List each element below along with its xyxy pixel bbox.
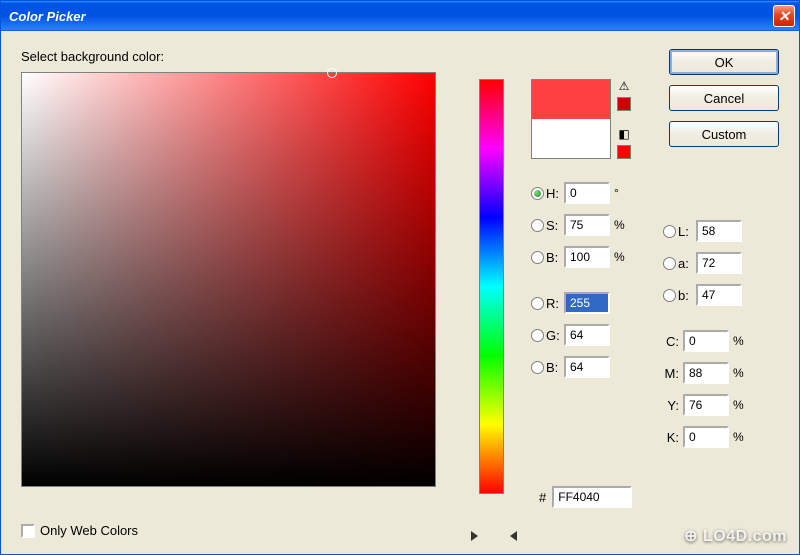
b-lab-radio[interactable] xyxy=(663,289,676,302)
cmyk-block: C: % M: % Y: % K: % xyxy=(663,329,763,449)
m-label: M: xyxy=(663,366,679,381)
hex-row: # xyxy=(539,486,632,508)
b-rgb-label: B: xyxy=(546,360,564,375)
hue-arrow-left-icon[interactable] xyxy=(471,531,478,541)
m-unit: % xyxy=(733,366,751,380)
c-label: C: xyxy=(663,334,679,349)
h-radio[interactable] xyxy=(531,187,544,200)
new-color-swatch[interactable] xyxy=(532,80,610,119)
old-color-swatch[interactable] xyxy=(532,119,610,158)
titlebar[interactable]: Color Picker ✕ xyxy=(1,1,799,31)
g-row: G: xyxy=(531,323,659,347)
y-label: Y: xyxy=(663,398,679,413)
hex-input[interactable] xyxy=(552,486,632,508)
b-lab-row: b: xyxy=(663,283,763,307)
l-row: L: xyxy=(663,219,763,243)
l-radio[interactable] xyxy=(663,225,676,238)
k-row: K: % xyxy=(663,425,763,449)
close-button[interactable]: ✕ xyxy=(773,5,795,27)
cancel-button[interactable]: Cancel xyxy=(669,85,779,111)
h-unit: ° xyxy=(614,186,632,200)
b-rgb-radio[interactable] xyxy=(531,361,544,374)
a-row: a: xyxy=(663,251,763,275)
b-lab-input[interactable] xyxy=(696,284,742,306)
websafe-swatch[interactable] xyxy=(617,145,631,159)
c-input[interactable] xyxy=(683,330,729,352)
c-row: C: % xyxy=(663,329,763,353)
color-picker-dialog: Color Picker ✕ Select background color: xyxy=(0,0,800,555)
r-radio[interactable] xyxy=(531,297,544,310)
y-input[interactable] xyxy=(683,394,729,416)
l-input[interactable] xyxy=(696,220,742,242)
l-label: L: xyxy=(678,224,696,239)
saturation-value-box[interactable] xyxy=(21,72,436,487)
webcolors-label: Only Web Colors xyxy=(40,523,138,538)
ok-button[interactable]: OK xyxy=(669,49,779,75)
left-column: Select background color: xyxy=(21,49,451,536)
swatch-row: ⚠ ◧ xyxy=(531,79,659,159)
s-input[interactable] xyxy=(564,214,610,236)
watermark: ⊕ LO4D.com xyxy=(684,526,787,546)
k-unit: % xyxy=(733,430,751,444)
y-row: Y: % xyxy=(663,393,763,417)
b-hsb-unit: % xyxy=(614,250,632,264)
hue-column xyxy=(479,49,509,536)
webcolors-row: Only Web Colors xyxy=(21,523,138,538)
k-label: K: xyxy=(663,430,679,445)
g-radio[interactable] xyxy=(531,329,544,342)
r-row: R: xyxy=(531,291,659,315)
h-row: H: ° xyxy=(531,181,659,205)
prompt-label: Select background color: xyxy=(21,49,451,64)
s-label: S: xyxy=(546,218,564,233)
swatch-icons: ⚠ ◧ xyxy=(617,79,631,159)
m-row: M: % xyxy=(663,361,763,385)
custom-button[interactable]: Custom xyxy=(669,121,779,147)
s-radio[interactable] xyxy=(531,219,544,232)
r-label: R: xyxy=(546,296,564,311)
y-unit: % xyxy=(733,398,751,412)
b-rgb-row: B: xyxy=(531,355,659,379)
hex-label: # xyxy=(539,490,546,505)
webcolors-checkbox[interactable] xyxy=(21,524,35,538)
right-mid-column: L: a: b: C: % xyxy=(663,219,763,536)
sv-cursor-icon[interactable] xyxy=(327,68,337,78)
b-hsb-label: B: xyxy=(546,250,564,265)
gamut-warning-icon[interactable]: ⚠ xyxy=(617,79,631,93)
a-radio[interactable] xyxy=(663,257,676,270)
hue-slider[interactable] xyxy=(479,79,504,494)
hsb-block: H: ° S: % B: % xyxy=(531,181,659,269)
s-unit: % xyxy=(614,218,632,232)
a-label: a: xyxy=(678,256,696,271)
g-input[interactable] xyxy=(564,324,610,346)
gamut-swatch[interactable] xyxy=(617,97,631,111)
hue-arrow-right-icon[interactable] xyxy=(510,531,517,541)
lab-block: L: a: b: xyxy=(663,219,763,307)
rgb-block: R: G: B: xyxy=(531,291,659,379)
b-hsb-input[interactable] xyxy=(564,246,610,268)
websafe-cube-icon[interactable]: ◧ xyxy=(617,127,631,141)
mid-column: ⚠ ◧ H: ° S: % xyxy=(531,79,659,536)
r-input[interactable] xyxy=(564,292,610,314)
color-swatches xyxy=(531,79,611,159)
h-input[interactable] xyxy=(564,182,610,204)
close-icon: ✕ xyxy=(778,8,790,25)
m-input[interactable] xyxy=(683,362,729,384)
button-column: OK Cancel Custom xyxy=(669,49,779,157)
dialog-body: Select background color: ⚠ xyxy=(1,31,799,554)
c-unit: % xyxy=(733,334,751,348)
g-label: G: xyxy=(546,328,564,343)
b-rgb-input[interactable] xyxy=(564,356,610,378)
b-lab-label: b: xyxy=(678,288,696,303)
h-label: H: xyxy=(546,186,564,201)
s-row: S: % xyxy=(531,213,659,237)
b-hsb-row: B: % xyxy=(531,245,659,269)
b-hsb-radio[interactable] xyxy=(531,251,544,264)
a-input[interactable] xyxy=(696,252,742,274)
window-title: Color Picker xyxy=(9,9,86,24)
k-input[interactable] xyxy=(683,426,729,448)
